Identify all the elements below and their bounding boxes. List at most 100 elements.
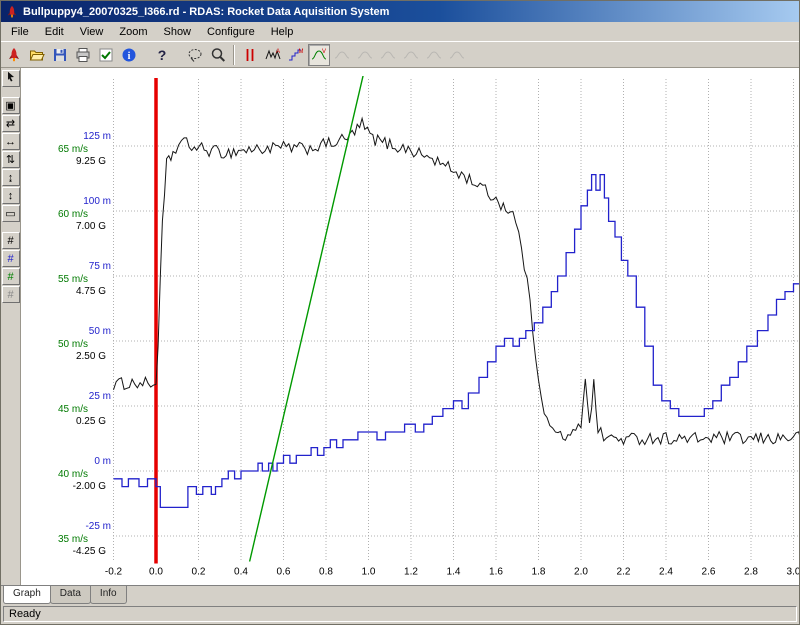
svg-text:35 m/s: 35 m/s xyxy=(58,534,88,545)
svg-text:75 m: 75 m xyxy=(89,261,111,272)
menu-file[interactable]: File xyxy=(3,24,37,40)
grid-all-button[interactable]: # xyxy=(2,286,20,303)
accel-trace-button[interactable]: A xyxy=(262,44,284,66)
svg-text:0.4: 0.4 xyxy=(234,567,248,578)
zoom-icon xyxy=(210,47,226,63)
toolbar: i? A M V xyxy=(1,42,799,68)
lasso-icon xyxy=(187,47,203,63)
wave-button-2 xyxy=(354,44,376,66)
zoom-button[interactable] xyxy=(207,44,229,66)
svg-text:?: ? xyxy=(158,47,167,63)
svg-text:7.00 G: 7.00 G xyxy=(76,221,106,232)
titlebar[interactable]: Bullpuppy4_20070325_I366.rd - RDAS: Rock… xyxy=(1,1,799,22)
alt-trace-button[interactable]: M xyxy=(285,44,307,66)
confirm-button[interactable] xyxy=(95,44,117,66)
tab-graph[interactable]: Graph xyxy=(3,586,51,604)
fit-view-button[interactable]: ▣ xyxy=(2,97,20,114)
info-button[interactable]: i xyxy=(118,44,140,66)
menu-show[interactable]: Show xyxy=(155,24,199,40)
svg-text:A: A xyxy=(276,49,280,55)
fit-vertical-button[interactable]: ⇅ xyxy=(2,151,20,168)
svg-text:i: i xyxy=(128,51,131,62)
svg-text:-25 m: -25 m xyxy=(85,521,111,532)
window-title: Bullpuppy4_20070325_I366.rd - RDAS: Rock… xyxy=(23,6,389,18)
menubar: FileEditViewZoomShowConfigureHelp xyxy=(1,22,799,42)
save-button[interactable] xyxy=(49,44,71,66)
toolbar-separator xyxy=(233,45,235,65)
svg-text:0.25 G: 0.25 G xyxy=(76,416,106,427)
left-toolbar: ▣⇄↔⇅↨↕▭#### xyxy=(1,68,21,585)
open-button[interactable] xyxy=(26,44,48,66)
wave-icon xyxy=(380,47,396,63)
svg-text:4.75 G: 4.75 G xyxy=(76,286,106,297)
baro-altitude-trace xyxy=(114,175,800,508)
menu-zoom[interactable]: Zoom xyxy=(111,24,155,40)
print-button[interactable] xyxy=(72,44,94,66)
rocket-icon xyxy=(6,47,22,63)
svg-text:V: V xyxy=(322,49,326,55)
fit-horizontal-button[interactable]: ⇄ xyxy=(2,115,20,132)
svg-text:1.0: 1.0 xyxy=(362,567,376,578)
tab-data[interactable]: Data xyxy=(50,586,91,604)
svg-text:50 m/s: 50 m/s xyxy=(58,339,88,350)
svg-text:2.8: 2.8 xyxy=(744,567,758,578)
info-icon: i xyxy=(121,47,137,63)
svg-text:1.2: 1.2 xyxy=(404,567,418,578)
pan-horizontal-button[interactable]: ↔ xyxy=(2,133,20,150)
svg-text:1.4: 1.4 xyxy=(447,567,461,578)
menu-configure[interactable]: Configure xyxy=(199,24,263,40)
app-rocket-icon xyxy=(5,5,19,19)
svg-text:0.0: 0.0 xyxy=(149,567,163,578)
help-button[interactable]: ? xyxy=(151,44,173,66)
svg-text:2.50 G: 2.50 G xyxy=(76,351,106,362)
alt-trace-icon: M xyxy=(288,47,304,63)
velocity-trace-icon: V xyxy=(311,47,327,63)
open-folder-icon xyxy=(29,47,45,63)
grid-velocity-button[interactable]: # xyxy=(2,268,20,285)
svg-text:-2.00 G: -2.00 G xyxy=(73,481,107,492)
status-text: Ready xyxy=(9,608,41,620)
acceleration-trace xyxy=(114,118,800,444)
print-icon xyxy=(75,47,91,63)
zoom-box-button[interactable]: ▭ xyxy=(2,205,20,222)
wave-button-4 xyxy=(400,44,422,66)
svg-text:2.4: 2.4 xyxy=(659,567,673,578)
grid-acceleration-button[interactable]: # xyxy=(2,232,20,249)
svg-text:2.0: 2.0 xyxy=(574,567,588,578)
wave-button-1 xyxy=(331,44,353,66)
wave-icon xyxy=(334,47,350,63)
svg-text:0.8: 0.8 xyxy=(319,567,333,578)
wave-icon xyxy=(357,47,373,63)
velocity-trace xyxy=(250,68,367,562)
svg-text:25 m: 25 m xyxy=(89,391,111,402)
wave-icon xyxy=(426,47,442,63)
svg-text:0.6: 0.6 xyxy=(277,567,291,578)
tab-info[interactable]: Info xyxy=(90,586,127,604)
series-group xyxy=(114,68,800,562)
wave-icon xyxy=(449,47,465,63)
flight-data-chart[interactable]: -0.20.00.20.40.60.81.01.21.41.61.82.02.2… xyxy=(21,68,799,585)
pointer-tool-button[interactable] xyxy=(2,70,20,87)
svg-text:2.2: 2.2 xyxy=(617,567,631,578)
svg-text:0.2: 0.2 xyxy=(192,567,206,578)
lasso-button[interactable] xyxy=(184,44,206,66)
menu-view[interactable]: View xyxy=(72,24,112,40)
menu-help[interactable]: Help xyxy=(263,24,302,40)
rocket-button[interactable] xyxy=(3,44,25,66)
svg-text:9.25 G: 9.25 G xyxy=(76,156,106,167)
save-icon xyxy=(52,47,68,63)
y-axis-labels: 125 m100 m75 m50 m25 m0 m-25 m65 m/s60 m… xyxy=(58,131,111,557)
cursor-lines-icon xyxy=(242,47,258,63)
grid-altitude-button[interactable]: # xyxy=(2,250,20,267)
wave-button-5 xyxy=(423,44,445,66)
pan-vertical-button[interactable]: ↕ xyxy=(2,187,20,204)
help-icon: ? xyxy=(154,47,170,63)
center-vertical-button[interactable]: ↨ xyxy=(2,169,20,186)
svg-text:45 m/s: 45 m/s xyxy=(58,404,88,415)
wave-icon xyxy=(403,47,419,63)
velocity-trace-button[interactable]: V xyxy=(308,44,330,66)
rdas-window: Bullpuppy4_20070325_I366.rd - RDAS: Rock… xyxy=(0,0,800,625)
cursor-lines-button[interactable] xyxy=(239,44,261,66)
menu-edit[interactable]: Edit xyxy=(37,24,72,40)
svg-text:125 m: 125 m xyxy=(83,131,111,142)
